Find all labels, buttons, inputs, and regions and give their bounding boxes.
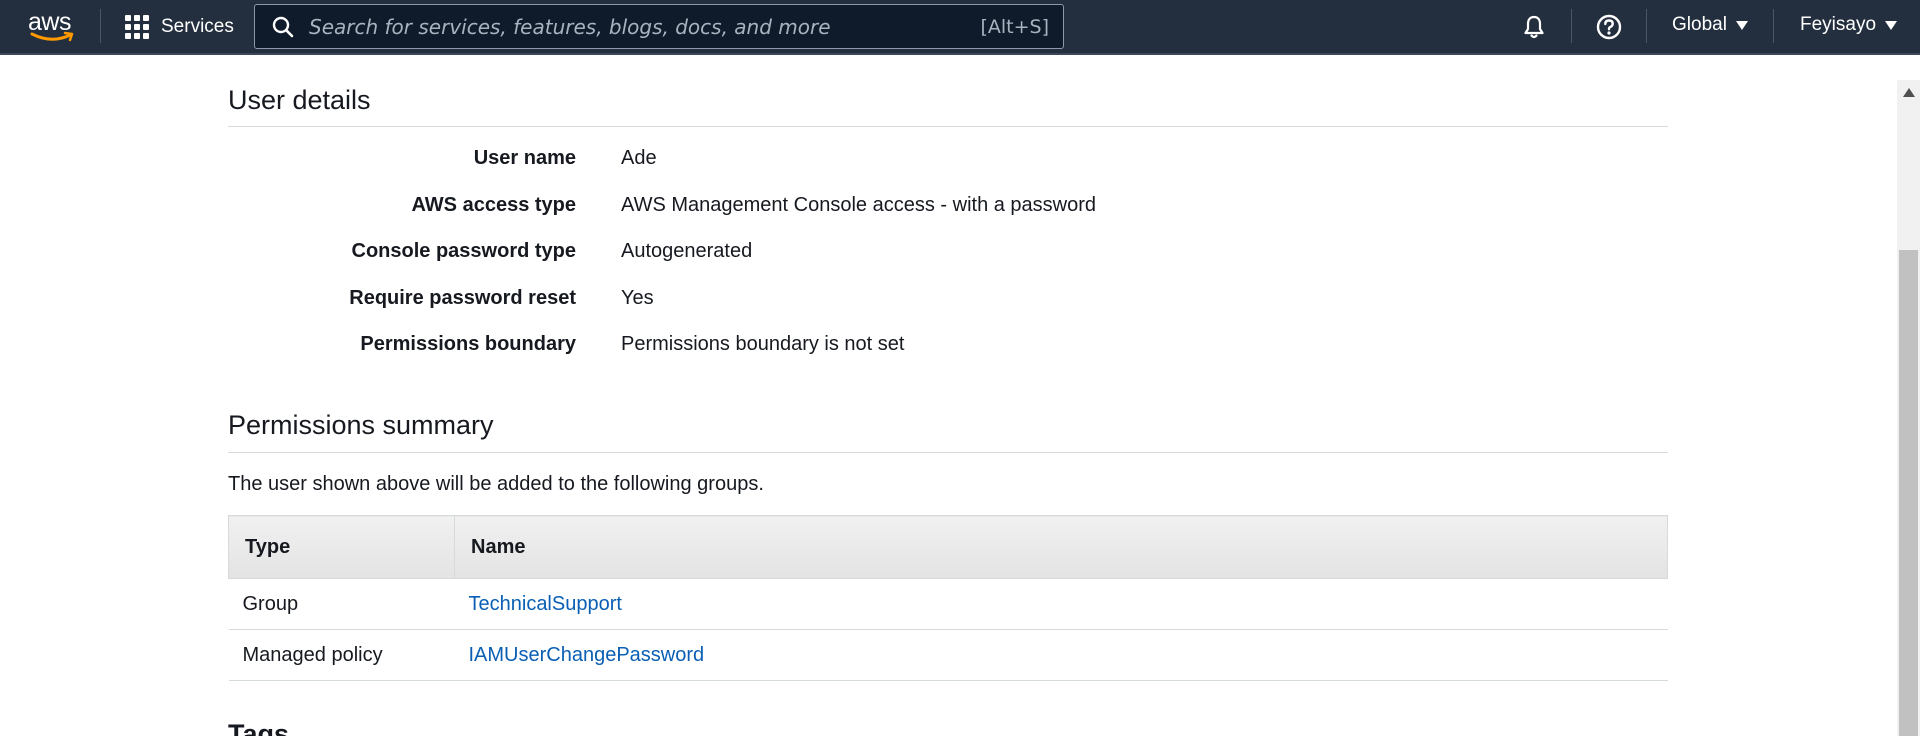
detail-value: Autogenerated <box>621 239 753 262</box>
detail-value: Ade <box>621 146 657 169</box>
region-selector[interactable]: Global <box>1672 14 1748 36</box>
column-header-name[interactable]: Name <box>454 515 1668 579</box>
permissions-summary-title: Permissions summary <box>228 410 494 440</box>
permissions-description: The user shown above will be added to th… <box>228 473 764 495</box>
search-icon <box>272 16 294 37</box>
account-name: Feyisayo <box>1800 14 1877 35</box>
account-menu[interactable]: Feyisayo <box>1800 14 1898 36</box>
row-name-cell: IAMUserChangePassword <box>454 629 1668 681</box>
detail-label: User name <box>473 146 576 169</box>
detail-row-user-name: User name Ade <box>228 143 1668 173</box>
tags-title: Tags <box>228 719 290 736</box>
row-type: Managed policy <box>228 629 455 681</box>
notifications-button[interactable] <box>1519 12 1549 42</box>
nav-divider <box>100 9 101 43</box>
help-button[interactable] <box>1594 12 1624 42</box>
detail-value: AWS Management Console access - with a p… <box>621 193 1097 216</box>
row-type: Group <box>228 578 455 630</box>
detail-row-password-type: Console password type Autogenerated <box>228 236 1668 266</box>
detail-label: Require password reset <box>349 286 576 309</box>
aws-smile-icon <box>30 31 74 42</box>
help-icon <box>1596 14 1622 40</box>
table-row: Group TechnicalSupport <box>228 578 1668 630</box>
table-header-row: Type Name <box>228 515 1668 579</box>
group-link[interactable]: TechnicalSupport <box>469 593 622 615</box>
nav-divider <box>1646 9 1647 43</box>
detail-label: Permissions boundary <box>360 332 576 355</box>
region-label: Global <box>1672 14 1727 35</box>
search-box[interactable]: [Alt+S] <box>254 4 1064 49</box>
aws-logo[interactable]: aws <box>28 8 76 44</box>
detail-row-access-type: AWS access type AWS Management Console a… <box>228 190 1668 220</box>
detail-value: Yes <box>621 286 654 309</box>
vertical-scrollbar[interactable] <box>1897 80 1920 736</box>
grid-icon <box>125 15 149 39</box>
section-divider <box>228 126 1668 127</box>
detail-row-password-reset: Require password reset Yes <box>228 283 1668 313</box>
table-row: Managed policy IAMUserChangePassword <box>228 629 1668 681</box>
caret-down-icon <box>1885 20 1898 30</box>
policy-link[interactable]: IAMUserChangePassword <box>469 644 705 666</box>
groups-table: Type Name Group TechnicalSupport Managed… <box>228 515 1668 681</box>
detail-value: Permissions boundary is not set <box>621 332 905 355</box>
row-name-cell: TechnicalSupport <box>454 578 1668 630</box>
detail-label: Console password type <box>351 239 577 262</box>
bell-icon <box>1524 15 1544 39</box>
services-menu-button[interactable]: Services <box>125 12 234 42</box>
top-navigation-bar: aws Services [Alt+S] <box>0 0 1920 55</box>
section-divider <box>228 452 1668 453</box>
scrollbar-thumb[interactable] <box>1899 250 1918 736</box>
column-header-type[interactable]: Type <box>228 515 455 579</box>
search-shortcut-hint: [Alt+S] <box>980 15 1049 38</box>
detail-row-permissions-boundary: Permissions boundary Permissions boundar… <box>228 329 1668 359</box>
nav-divider <box>1773 9 1774 43</box>
nav-divider <box>1571 9 1572 43</box>
detail-label: AWS access type <box>411 193 576 216</box>
search-input[interactable] <box>309 5 981 48</box>
services-label: Services <box>161 16 234 37</box>
scroll-up-arrow-icon[interactable] <box>1903 88 1915 97</box>
user-details-title: User details <box>228 85 371 115</box>
caret-down-icon <box>1735 20 1748 30</box>
